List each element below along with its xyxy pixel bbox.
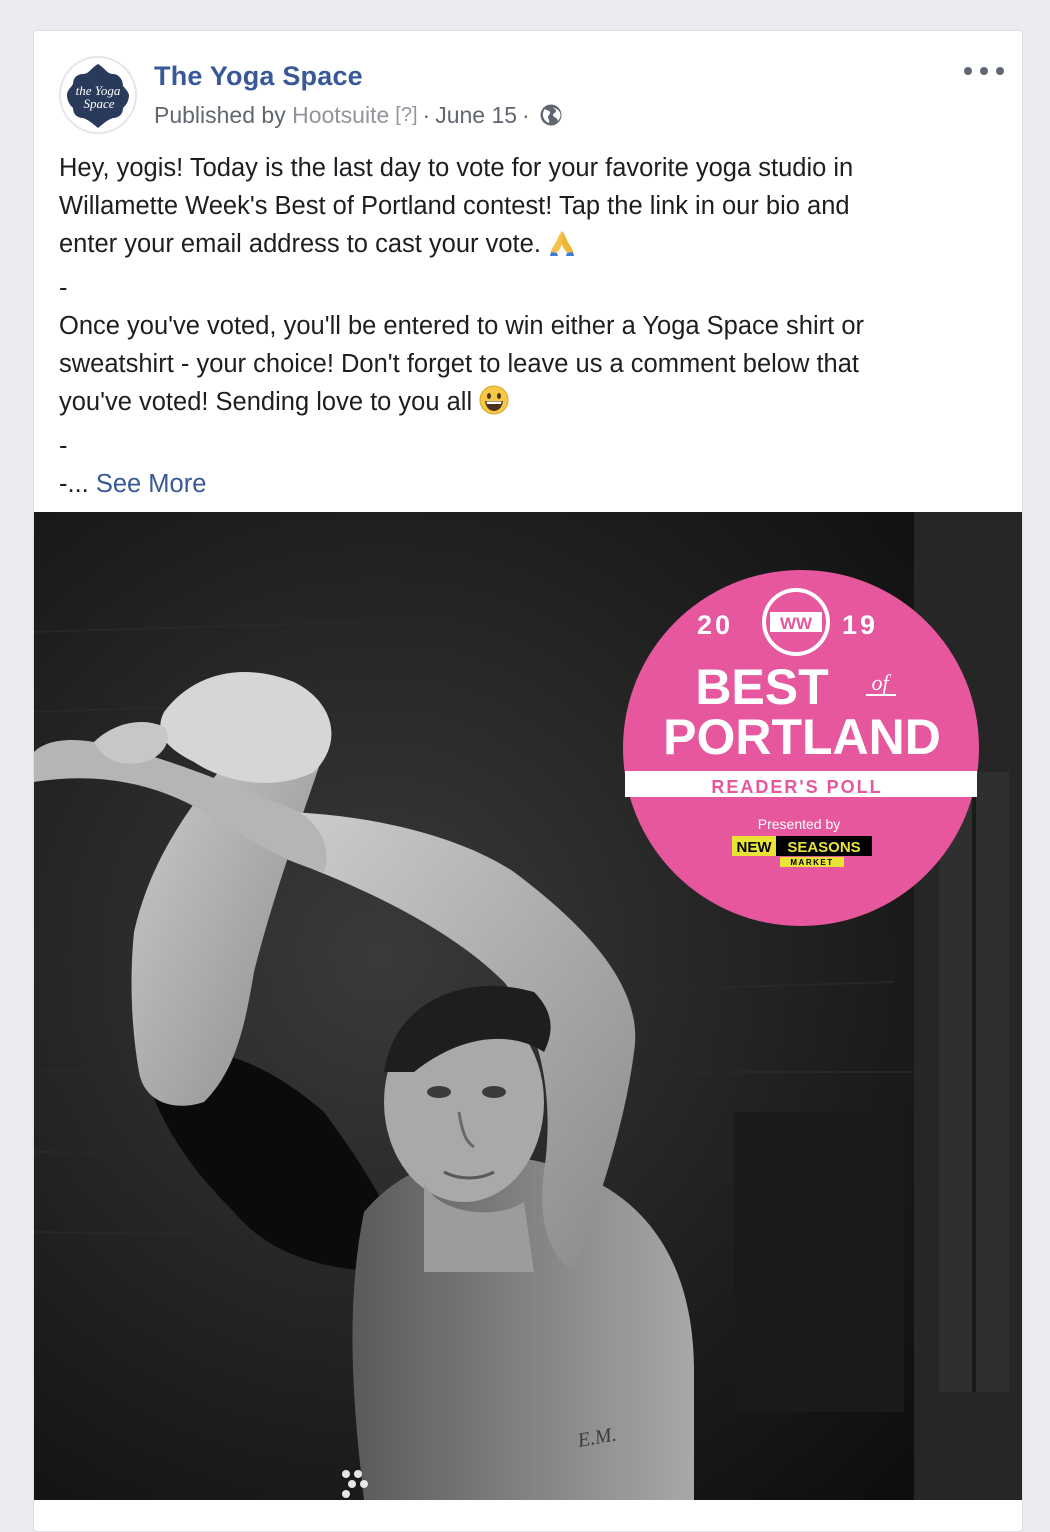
published-by-label: Published by [154,101,286,128]
best-of-portland-badge: 20 19 WW BEST of PORTLAND READER'S POLL … [623,570,979,926]
svg-text:of: of [871,670,891,695]
svg-text:20: 20 [697,610,733,640]
post-text-line: Hey, yogis! Today is the last day to vot… [59,154,854,182]
post-date-link[interactable]: June 15 [435,102,517,129]
svg-text:PORTLAND: PORTLAND [663,709,941,765]
post-text-line: you've voted! Sending love to you all [59,383,999,427]
svg-text:BEST: BEST [695,659,828,715]
help-link[interactable]: [?] [395,104,417,127]
see-more-link[interactable]: See More [96,470,207,498]
page-name-link[interactable]: The Yoga Space [154,61,363,92]
svg-text:Space: Space [83,96,114,111]
post-text-line: - [59,432,68,460]
ww-seal-icon: WW [762,588,830,656]
yoga-space-logo-icon: the Yoga Space [61,58,135,132]
svg-text:WW: WW [780,614,813,633]
page-avatar[interactable]: the Yoga Space [59,56,137,134]
svg-text:19: 19 [842,610,878,640]
post-text-line: Once you've voted, you'll be entered to … [59,312,864,340]
post-text-line: Willamette Week's Best of Portland conte… [59,192,850,220]
folded-hands-emoji-icon [547,228,577,269]
svg-text:READER'S POLL: READER'S POLL [711,777,882,797]
svg-text:NEW: NEW [737,839,773,856]
post-text-line: - [59,274,68,302]
svg-text:SEASONS: SEASONS [787,839,860,856]
svg-text:MARKET: MARKET [790,858,833,867]
globe-icon[interactable] [539,103,563,127]
post-header: the Yoga Space The Yoga Space Published … [34,31,1022,141]
meta-separator: · [422,101,431,128]
post-text-line: enter your email address to cast your vo… [59,225,999,269]
post-text-line: sweatshirt - your choice! Don't forget t… [59,350,860,378]
post-meta: Published by Hootsuite [?] · June 15 · [154,101,563,129]
post-photo[interactable]: E.M. 20 19 WW BEST of PORTLAND READER'S … [34,512,1022,1500]
post-card: the Yoga Space The Yoga Space Published … [33,30,1023,1532]
grinning-face-emoji-icon [478,384,510,427]
post-text-line: -... See More [59,470,207,498]
svg-text:Presented by: Presented by [758,816,841,832]
meta-separator: · [522,101,530,128]
publisher-app-link[interactable]: Hootsuite [292,102,389,129]
post-text: Hey, yogis! Today is the last day to vot… [59,149,999,503]
more-options-icon[interactable] [964,59,1004,83]
